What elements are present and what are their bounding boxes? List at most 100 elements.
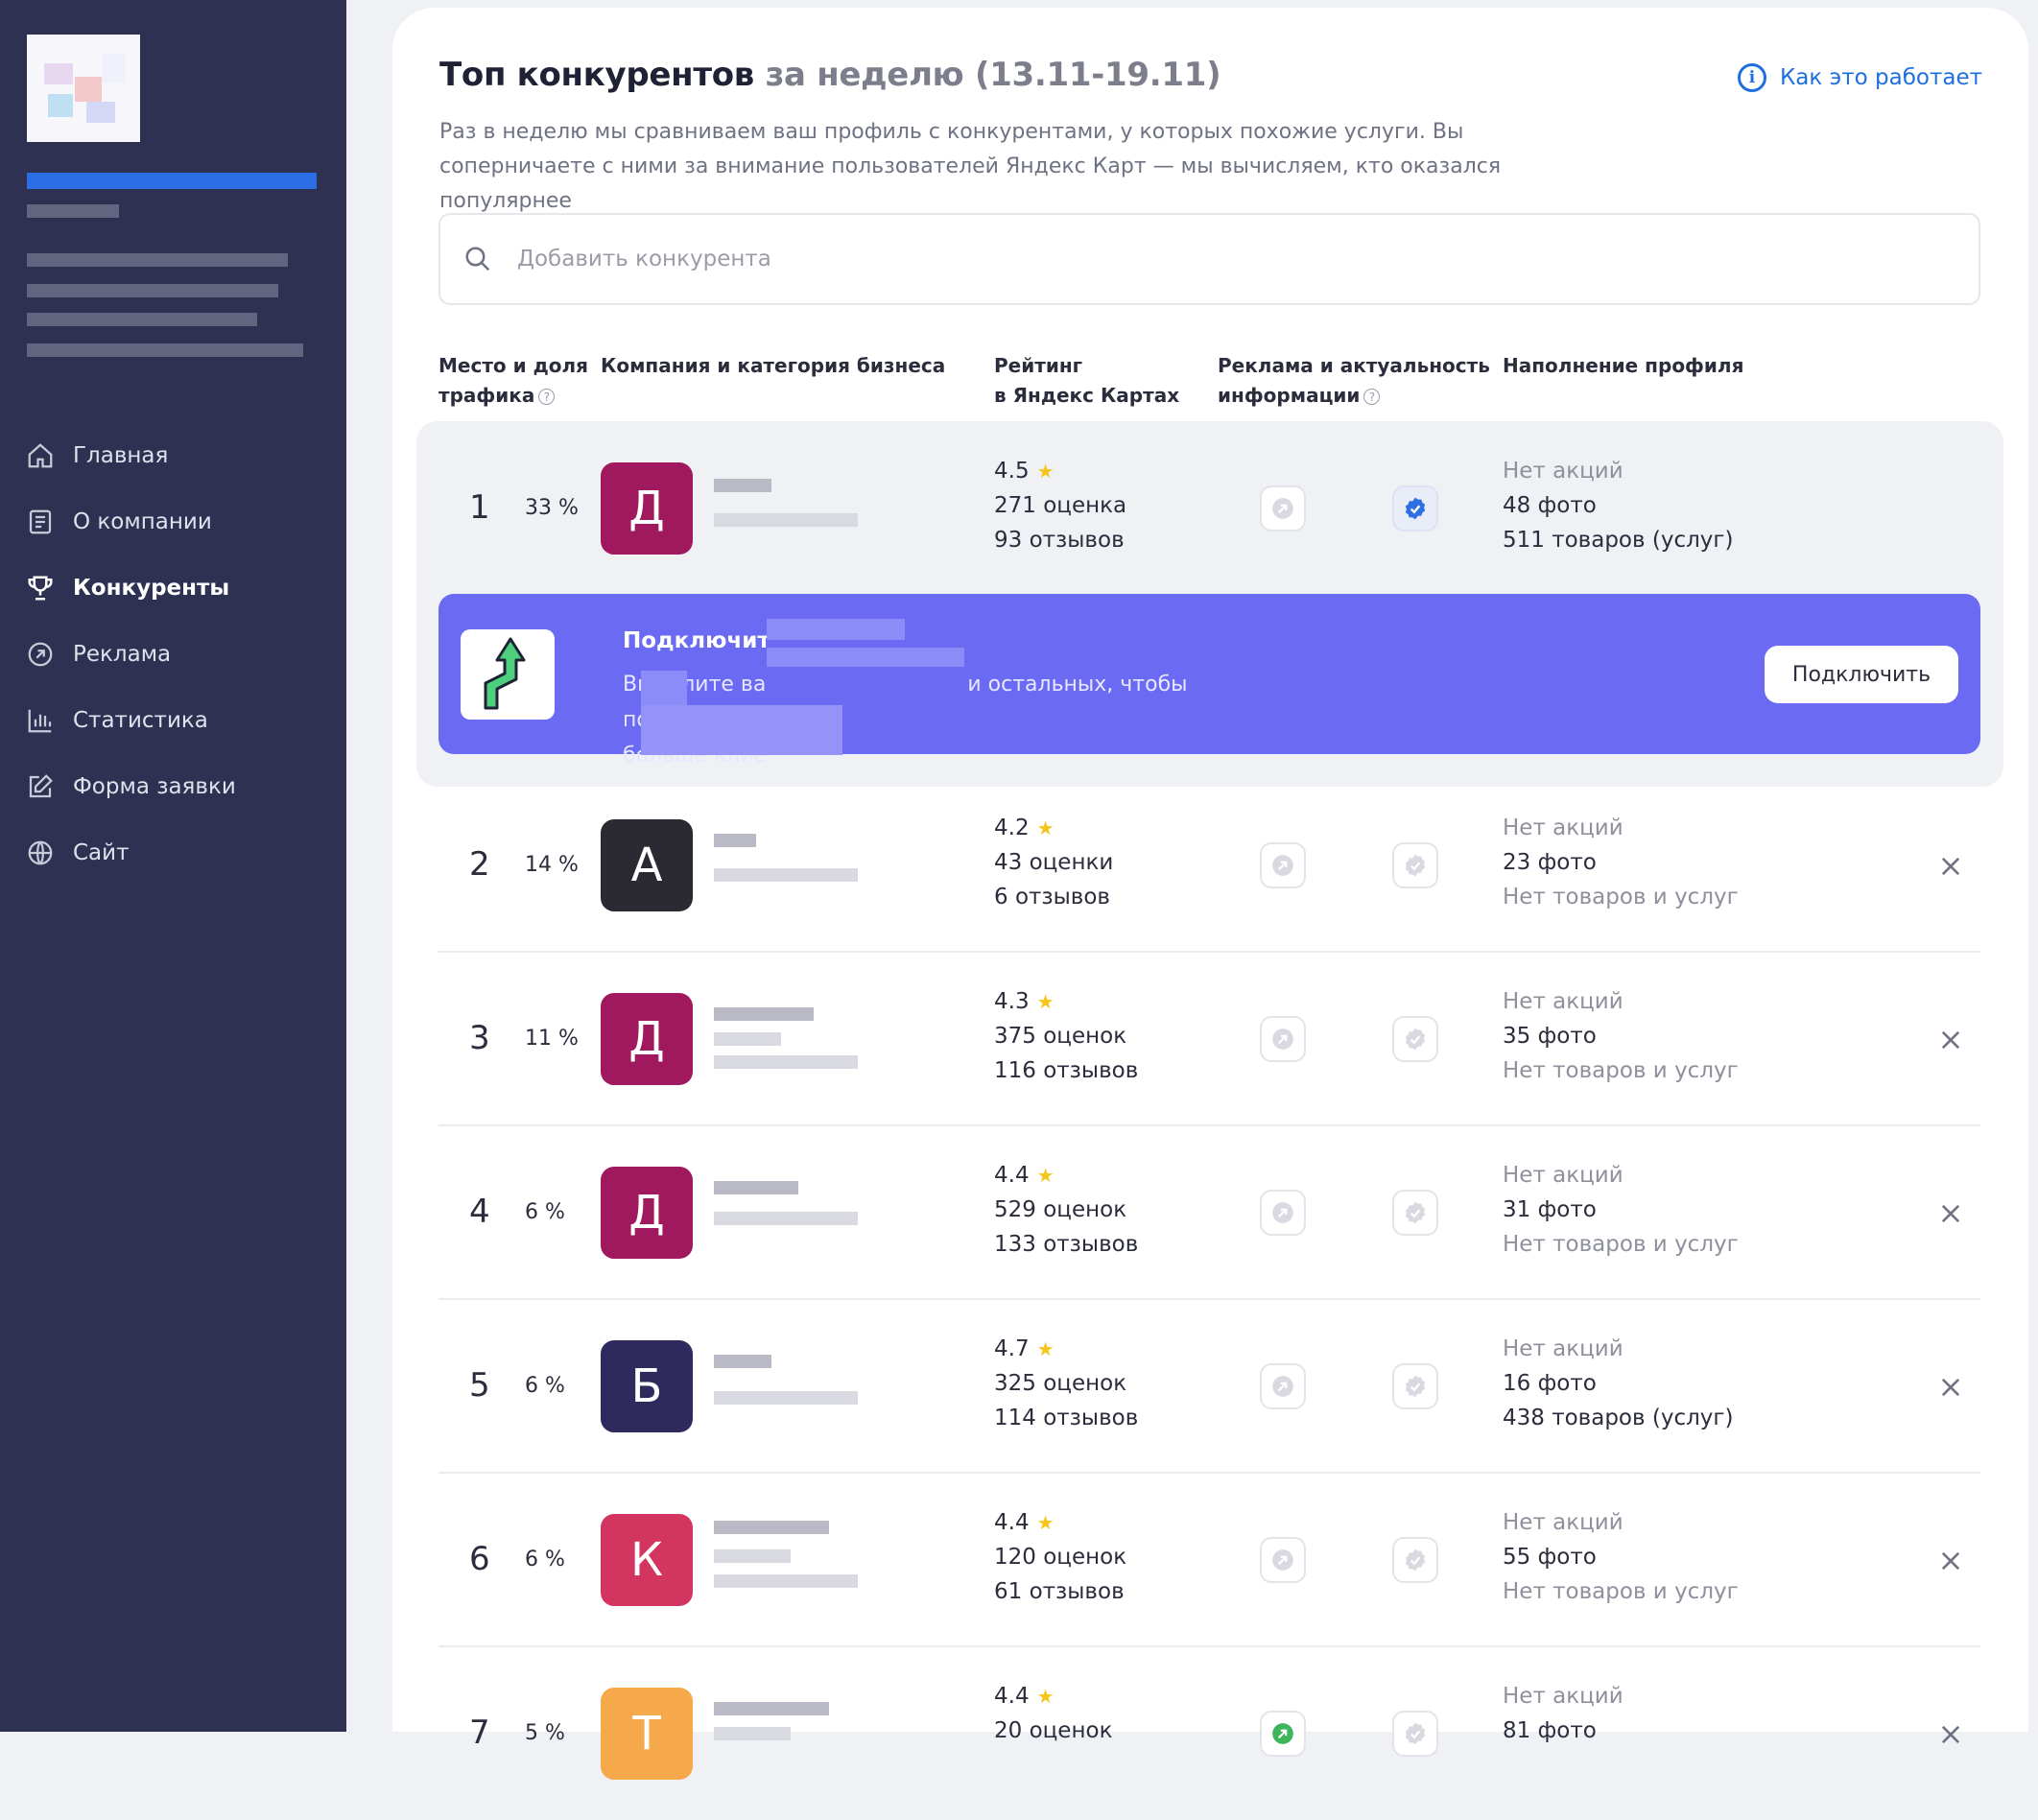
verified-info-icon[interactable] bbox=[1392, 1711, 1438, 1757]
reviews-count: 133 отзывов bbox=[994, 1232, 1139, 1257]
company-logo[interactable]: Д bbox=[601, 993, 693, 1085]
redacted-company-name bbox=[714, 1055, 858, 1069]
verified-info-icon[interactable] bbox=[1392, 485, 1438, 532]
traffic-share: 33 % bbox=[525, 496, 579, 520]
ads-status-icon[interactable] bbox=[1260, 842, 1306, 888]
rank-number: 6 bbox=[469, 1540, 490, 1578]
logo-letter: Б bbox=[630, 1359, 663, 1413]
redacted-company-name bbox=[714, 1181, 798, 1194]
promo-banner: Подключит Выделите ва и остальных, чтобы … bbox=[438, 594, 1980, 768]
remove-competitor-icon[interactable] bbox=[1937, 853, 1964, 880]
goods-count: 438 товаров (услуг) bbox=[1503, 1406, 1734, 1430]
sidebar-item-site[interactable]: Сайт bbox=[0, 819, 346, 886]
logo-letter: К bbox=[629, 1533, 664, 1587]
promo-status: Нет акций bbox=[1503, 989, 1623, 1014]
home-icon bbox=[25, 440, 56, 471]
star-icon: ★ bbox=[1036, 1685, 1055, 1708]
company-logo[interactable]: Д bbox=[601, 462, 693, 555]
sidebar-item-request-form[interactable]: Форма заявки bbox=[0, 753, 346, 819]
table-row[interactable]: 6 6 % К 4.4 ★ 120 оценок 61 отзывов Нет акций 55… bbox=[392, 1473, 2028, 1647]
ads-status-icon[interactable] bbox=[1260, 1016, 1306, 1062]
sidebar-item-about[interactable]: О компании bbox=[0, 488, 346, 555]
company-progress-bar bbox=[27, 173, 317, 189]
verified-info-icon[interactable] bbox=[1392, 1016, 1438, 1062]
redacted-company-name bbox=[714, 1574, 858, 1588]
banner-title: Подключит bbox=[623, 628, 770, 653]
verified-info-icon[interactable] bbox=[1392, 1537, 1438, 1583]
remove-competitor-icon[interactable] bbox=[1937, 1721, 1964, 1748]
redacted-company-name bbox=[714, 1702, 829, 1715]
traffic-share: 5 % bbox=[525, 1721, 565, 1745]
table-row[interactable]: 5 6 % Б 4.7 ★ 325 оценок 114 отзывов Нет акций 1… bbox=[392, 1299, 2028, 1474]
reviews-count: 114 отзывов bbox=[994, 1406, 1139, 1430]
arrow-circle-icon bbox=[25, 639, 56, 670]
profile-completeness: Нет акций 35 фото Нет товаров и услуг bbox=[1503, 984, 1739, 1088]
ads-status-icon[interactable] bbox=[1260, 1537, 1306, 1583]
ads-status-icon[interactable] bbox=[1260, 485, 1306, 532]
goods-count: Нет товаров и услуг bbox=[1503, 1579, 1739, 1604]
sidebar-item-statistics[interactable]: Статистика bbox=[0, 687, 346, 753]
rating-info: 4.4 ★ 20 оценок bbox=[994, 1679, 1112, 1748]
column-header-ads: Реклама и актуальность информации? bbox=[1218, 351, 1490, 411]
goods-count: Нет товаров и услуг bbox=[1503, 885, 1739, 910]
table-row[interactable]: 2 14 % А 4.2 ★ 43 оценки 6 отзывов Нет акций 23 … bbox=[392, 778, 2028, 953]
sidebar-item-label: Реклама bbox=[73, 641, 172, 667]
table-row[interactable]: 7 5 % Т 4.4 ★ 20 оценок Нет акций 81 фото bbox=[392, 1646, 2028, 1820]
ratings-count: 20 оценок bbox=[994, 1718, 1113, 1743]
question-icon[interactable]: ? bbox=[538, 389, 556, 405]
company-logo[interactable]: К bbox=[601, 1514, 693, 1606]
connect-button[interactable]: Подключить bbox=[1765, 646, 1958, 703]
how-it-works-link[interactable]: i Как это работает bbox=[1737, 63, 1982, 92]
redaction-block bbox=[641, 671, 687, 705]
ratings-count: 120 оценок bbox=[994, 1545, 1127, 1570]
redacted-company-name bbox=[714, 1391, 858, 1405]
profile-completeness: Нет акций 23 фото Нет товаров и услуг bbox=[1503, 811, 1739, 914]
table-row[interactable]: 4 6 % Д 4.4 ★ 529 оценок 133 отзывов Нет акций 3… bbox=[392, 1125, 2028, 1300]
page-title: Топ конкурентов за неделю (13.11-19.11) bbox=[439, 56, 1221, 94]
ads-status-icon[interactable] bbox=[1260, 1190, 1306, 1236]
rank-number: 7 bbox=[469, 1714, 490, 1752]
rating-value: 4.2 bbox=[994, 815, 1030, 840]
star-icon: ★ bbox=[1036, 990, 1055, 1013]
promo-status: Нет акций bbox=[1503, 1510, 1623, 1535]
remove-competitor-icon[interactable] bbox=[1937, 1200, 1964, 1227]
redaction-block bbox=[641, 705, 842, 755]
verified-info-icon[interactable] bbox=[1392, 1363, 1438, 1409]
remove-competitor-icon[interactable] bbox=[1937, 1548, 1964, 1574]
company-logo[interactable]: Д bbox=[601, 1167, 693, 1259]
company-name-blurred bbox=[27, 204, 119, 218]
star-icon: ★ bbox=[1036, 816, 1055, 839]
remove-competitor-icon[interactable] bbox=[1937, 1374, 1964, 1401]
redaction-block bbox=[767, 619, 905, 640]
sidebar-item-label: Форма заявки bbox=[73, 773, 236, 799]
verified-info-icon[interactable] bbox=[1392, 842, 1438, 888]
company-avatar[interactable] bbox=[27, 35, 140, 142]
logo-letter: Д bbox=[628, 1186, 665, 1240]
column-header-rating: Рейтинг в Яндекс Картах bbox=[994, 351, 1179, 411]
question-icon[interactable]: ? bbox=[1363, 389, 1381, 405]
header-text: Реклама и актуальность bbox=[1218, 354, 1490, 377]
column-header-profile: Наполнение профиля bbox=[1503, 354, 1744, 377]
sidebar-item-ads[interactable]: Реклама bbox=[0, 621, 346, 687]
company-info-blurred bbox=[27, 343, 303, 357]
rank-number: 1 bbox=[469, 488, 490, 527]
star-icon: ★ bbox=[1036, 1164, 1055, 1187]
sidebar-item-competitors[interactable]: Конкуренты bbox=[0, 555, 346, 621]
add-competitor-search[interactable]: Добавить конкурента bbox=[438, 213, 1980, 305]
table-row[interactable]: 1 33 % Д 4.5 ★ 271 оценка 93 отзывов Нет акций 4… bbox=[392, 421, 2028, 595]
rating-value: 4.3 bbox=[994, 989, 1030, 1014]
ratings-count: 325 оценок bbox=[994, 1371, 1127, 1396]
goods-count: Нет товаров и услуг bbox=[1503, 1058, 1739, 1083]
sidebar-item-home[interactable]: Главная bbox=[0, 422, 346, 488]
ads-status-icon[interactable] bbox=[1260, 1363, 1306, 1409]
ratings-count: 271 оценка bbox=[994, 493, 1127, 518]
ads-status-icon[interactable] bbox=[1260, 1711, 1306, 1757]
rating-info: 4.4 ★ 120 оценок 61 отзывов bbox=[994, 1505, 1126, 1609]
company-logo[interactable]: А bbox=[601, 819, 693, 911]
remove-competitor-icon[interactable] bbox=[1937, 1027, 1964, 1053]
table-row[interactable]: 3 11 % Д 4.3 ★ 375 оценок 116 отзывов Нет акций… bbox=[392, 952, 2028, 1126]
company-logo[interactable]: Б bbox=[601, 1340, 693, 1432]
goods-count: Нет товаров и услуг bbox=[1503, 1232, 1739, 1257]
verified-info-icon[interactable] bbox=[1392, 1190, 1438, 1236]
company-logo[interactable]: Т bbox=[601, 1688, 693, 1780]
